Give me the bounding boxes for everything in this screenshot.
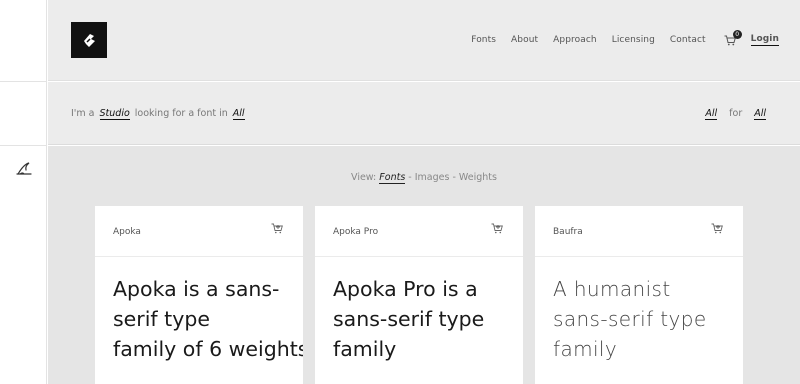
font-card-sample-line: sans-serif type [553,307,707,331]
role-select[interactable]: Studio [99,108,130,120]
cart-icon[interactable]: 0 [724,29,742,46]
sidebar-divider [0,81,47,82]
font-card-sample-line: Apoka is a sans- [113,277,280,301]
font-card-name: Apoka Pro [333,227,379,237]
wave-icon[interactable] [15,160,33,178]
category-select[interactable]: All [232,108,245,120]
logo-icon[interactable] [71,22,107,58]
nav-contact[interactable]: Contact [670,35,706,45]
filter-right-a-select[interactable]: All [705,108,718,120]
cart-count-badge: 0 [732,29,742,39]
font-card-apoka-pro[interactable]: Apoka Pro Apoka Pro is a sans-serif type… [315,206,523,384]
view-switcher: View: Fonts - Images - Weights [48,172,800,184]
font-card-baufra[interactable]: Baufra A humanist sans-serif type family [535,206,743,384]
view-separator: - [449,172,459,183]
login-link[interactable]: Login [750,34,779,46]
font-listing: View: Fonts - Images - Weights Apoka Apo… [48,146,800,384]
font-card-sample-line: A humanist [553,277,671,301]
sidebar-divider [0,145,47,146]
add-to-cart-icon[interactable] [491,223,503,234]
font-card-name: Baufra [553,227,583,237]
font-card-sample-line: family [553,337,618,361]
filter-prefix: I'm a [71,108,95,119]
filter-middle-text: looking for a font in [134,108,228,119]
add-to-cart-icon[interactable] [271,223,283,234]
nav-approach[interactable]: Approach [553,35,597,45]
font-card-sample-line: Apoka Pro is a [333,277,478,301]
nav-fonts[interactable]: Fonts [471,35,496,45]
main-nav: Fonts About Approach Licensing Contact 0… [471,29,779,46]
site-header: Fonts About Approach Licensing Contact 0… [48,0,800,81]
font-card-sample-line: family of 6 weights [113,337,303,361]
view-weights-tab[interactable]: Weights [459,172,497,183]
left-sidebar [0,0,47,384]
font-card-apoka[interactable]: Apoka Apoka is a sans- serif type family… [95,206,303,384]
view-fonts-tab[interactable]: Fonts [379,172,406,184]
nav-licensing[interactable]: Licensing [612,35,655,45]
font-card-sample-line: sans-serif type [333,307,485,331]
view-separator: - [405,172,415,183]
filter-right-b-select[interactable]: All [754,108,766,120]
font-card-sample-line: serif type [113,307,210,331]
font-card-sample-line: family [333,337,397,361]
add-to-cart-icon[interactable] [711,223,723,234]
view-label: View: [351,172,377,183]
nav-about[interactable]: About [511,35,538,45]
view-images-tab[interactable]: Images [415,172,450,183]
font-card-name: Apoka [113,227,141,237]
filter-for-text: for [729,108,743,119]
font-filter-bar: I'm a Studio looking for a font in All A… [48,82,800,145]
